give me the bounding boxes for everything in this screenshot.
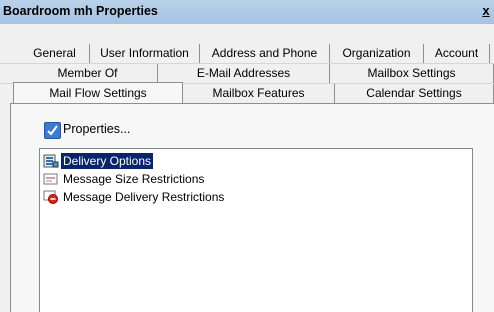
tab-mailbox-settings[interactable]: Mailbox Settings (330, 64, 494, 83)
tab-label: Organization (342, 46, 411, 60)
tab-member-of[interactable]: Member Of (18, 64, 158, 83)
tab-label: Calendar Settings (366, 86, 462, 100)
window-title: Boardroom mh Properties (3, 4, 158, 18)
list-item-label: Message Delivery Restrictions (63, 190, 225, 204)
list-item-label: Message Size Restrictions (63, 172, 205, 186)
tab-label: Mail Flow Settings (49, 86, 147, 100)
tab-organization[interactable]: Organization (330, 44, 424, 63)
mail-flow-list[interactable]: Delivery Options Message Size Restrictio… (39, 148, 473, 312)
tab-label: User Information (100, 46, 189, 60)
message-delivery-restrictions-icon (43, 190, 59, 204)
tab-mailbox-features[interactable]: Mailbox Features (183, 84, 335, 103)
properties-checkbox[interactable] (44, 122, 61, 139)
tab-label: Address and Phone (211, 46, 318, 60)
tab-label: Member Of (57, 66, 118, 80)
tab-mail-flow-settings[interactable]: Mail Flow Settings (13, 82, 183, 104)
tab-account[interactable]: Account (424, 44, 490, 63)
properties-dialog: Boardroom mh Properties x General User I… (0, 0, 494, 312)
list-item-label: Delivery Options (61, 153, 154, 169)
properties-button[interactable]: Properties... (63, 122, 130, 136)
delivery-options-icon (43, 154, 59, 168)
tab-label: Account (434, 46, 479, 60)
tab-label: General (33, 46, 76, 60)
tab-calendar-settings[interactable]: Calendar Settings (335, 84, 494, 103)
tab-label: Mailbox Features (212, 86, 305, 100)
tab-general[interactable]: General (20, 44, 90, 63)
tab-user-information[interactable]: User Information (90, 44, 200, 63)
checkmark-icon (47, 125, 58, 136)
tab-label: Mailbox Settings (367, 66, 456, 80)
tab-label: E-Mail Addresses (196, 66, 291, 80)
close-button[interactable]: x (478, 2, 494, 20)
title-bar: Boardroom mh Properties x (0, 0, 494, 24)
tab-email-addresses[interactable]: E-Mail Addresses (158, 64, 330, 83)
tab-address-and-phone[interactable]: Address and Phone (200, 44, 330, 63)
message-size-icon (43, 172, 59, 186)
